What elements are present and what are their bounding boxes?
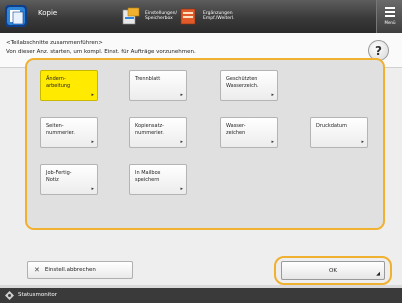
arrow-icon: ▸ bbox=[91, 139, 94, 145]
menu-button[interactable]: Menü bbox=[376, 0, 402, 33]
cancel-settings-button[interactable]: ✕ Einstell.abbrechen bbox=[27, 261, 133, 279]
arrow-icon: ▸ bbox=[91, 92, 94, 98]
arrow-icon: ▸ bbox=[180, 92, 183, 98]
settings-storage-button[interactable]: Einstellungen/ Speicherbox bbox=[122, 4, 183, 28]
arrow-icon: ▸ bbox=[180, 186, 183, 192]
separator-sheet-button[interactable]: Trennblatt ▸ bbox=[129, 70, 187, 101]
close-icon: ✕ bbox=[34, 266, 40, 274]
arrow-icon: ▸ bbox=[271, 92, 274, 98]
page-title: <Teilabschnitte zusammenführen> bbox=[6, 40, 103, 46]
help-icon: ? bbox=[375, 43, 382, 58]
settings-storage-icon bbox=[122, 7, 140, 25]
page-description: Von dieser Anz. starten, um kompl. Einst… bbox=[6, 49, 196, 55]
page-numbering-button[interactable]: Seiten- nummerier. ▸ bbox=[40, 117, 98, 148]
options-frame: Ändern- arbeitung ▸ Trennblatt ▸ Geschützt… bbox=[25, 58, 385, 230]
status-bar[interactable]: Statusmonitor bbox=[0, 288, 402, 303]
print-date-button[interactable]: Druckdatum ▸ bbox=[310, 117, 368, 148]
arrow-icon: ▸ bbox=[180, 139, 183, 145]
top-bar: Kopie Einstellungen/ Speicherbox Ergänzu… bbox=[0, 0, 402, 33]
forward-button[interactable]: Ergänzungen Empf./Weiterl. bbox=[180, 4, 241, 28]
arrow-icon: ▸ bbox=[91, 186, 94, 192]
arrow-icon: ▸ bbox=[361, 139, 364, 145]
app-title: Kopie bbox=[38, 9, 58, 17]
job-done-notice-button[interactable]: Job-Fertig- Notiz ▸ bbox=[40, 164, 98, 195]
secure-watermark-button[interactable]: Geschützten Wasserzeich. ▸ bbox=[220, 70, 278, 101]
arrow-icon: ▸ bbox=[271, 139, 274, 145]
store-in-mailbox-button[interactable]: In Mailbox speichern ▸ bbox=[129, 164, 187, 195]
arrow-icon: ◢ bbox=[376, 271, 380, 277]
edit-processing-button[interactable]: Ändern- arbeitung ▸ bbox=[40, 70, 98, 101]
status-monitor-icon bbox=[5, 291, 14, 300]
forward-icon bbox=[180, 8, 196, 25]
copy-set-numbering-button[interactable]: Kopiensatz- nummerier. ▸ bbox=[129, 117, 187, 148]
copy-app-icon[interactable] bbox=[4, 4, 28, 28]
menu-icon bbox=[385, 7, 395, 19]
ok-button[interactable]: OK ◢ bbox=[281, 261, 385, 280]
watermark-button[interactable]: Wasser- zeichen ▸ bbox=[220, 117, 278, 148]
